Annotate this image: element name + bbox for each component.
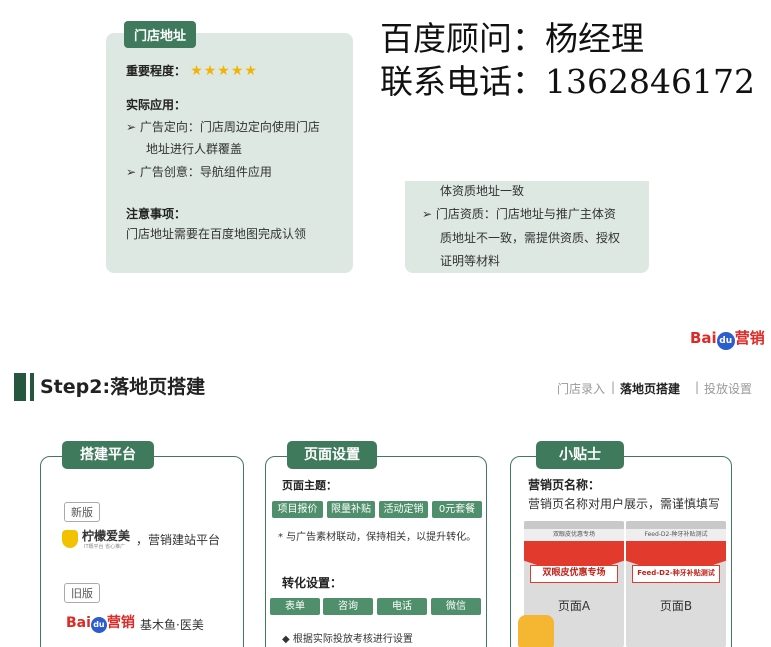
phone-a-page-name: 页面A (557, 599, 591, 613)
thumbs-up-icon (518, 615, 554, 647)
phone-a-label: 双眼皮优惠专场 (530, 565, 618, 583)
breadcrumb-separator-2: | (695, 380, 700, 394)
platform-header: 搭建平台 (62, 441, 154, 469)
baidu-logo-ying: 营销 (734, 329, 765, 347)
conv-chip-phone[interactable]: 电话 (377, 598, 427, 615)
importance-label: 重要程度： ★★★★★ (126, 62, 258, 79)
theme-note: * 与广告素材联动，保持相关，以提升转化。 (278, 532, 477, 543)
usage-item-2: ➢ 广告创意：导航组件应用 (126, 165, 272, 179)
lemon-brand-sub: IT概平台 省心推广 (84, 544, 126, 550)
phone-b-page-name: 页面B (659, 599, 693, 613)
conversion-label: 转化设置： (282, 576, 343, 590)
lemon-platform-desc: ，营销建站平台 (136, 533, 221, 547)
phone-preview-b: Feed-D2-种牙补贴测试 Feed-D2-种牙补贴测试 页面B (626, 521, 726, 647)
lemon-brand-name: 柠檬爱美 (82, 529, 131, 543)
usage-label: 实际应用： (126, 98, 187, 112)
conv-chip-consult[interactable]: 咨询 (323, 598, 373, 615)
store-address-tag: 门店地址 (124, 21, 197, 48)
qualification-line-1: 体资质地址一致 (440, 184, 525, 198)
phone-b-status-bar (626, 521, 726, 529)
theme-chip-promo[interactable]: 活动定销 (379, 501, 428, 518)
old-platform-desc: 基木鱼·医美 (140, 618, 204, 632)
baidu-paw-icon: du (716, 332, 735, 350)
step-heading-bar-thin (30, 373, 34, 401)
baidu-small-ying: 营销 (106, 615, 135, 631)
page-name-desc: 营销页名称对用户展示，需谨慎填写 (528, 497, 721, 511)
baidu-marketing-logo: Bai du 营销 (690, 327, 765, 350)
new-version-tag: 新版 (64, 502, 100, 522)
theme-label: 页面主题： (282, 479, 337, 492)
old-version-tag: 旧版 (64, 583, 100, 603)
usage-item-1a: ➢ 广告定向：门店周边定向使用门店 (126, 120, 320, 134)
qualification-line-4: 证明等材料 (440, 254, 501, 268)
contact-phone: 联系电话：1362846172 (380, 62, 755, 101)
conversion-note: ◆ 根据实际投放考核进行设置 (282, 634, 413, 645)
notes-label: 注意事项： (126, 207, 187, 221)
importance-label-text: 重要程度： (126, 64, 187, 78)
importance-stars: ★★★★★ (190, 63, 258, 79)
phone-a-title: 双眼皮优惠专场 (524, 529, 624, 541)
theme-chip-subsidy[interactable]: 限量补贴 (327, 501, 375, 518)
breadcrumb-store-entry: 门店录入 (557, 382, 606, 396)
baidu-logo-bai: Bai (690, 329, 717, 347)
breadcrumb-separator-1: | (611, 380, 616, 394)
notes-text: 门店地址需要在百度地图完成认领 (126, 227, 307, 241)
qualification-line-3: 质地址不一致，需提供资质、授权 (440, 231, 621, 245)
usage-item-1b: 地址进行人群覆盖 (146, 142, 243, 156)
breadcrumb-delivery-settings: 投放设置 (704, 382, 753, 396)
conv-chip-form[interactable]: 表单 (270, 598, 320, 615)
phone-a-status-bar (524, 521, 624, 529)
tips-header: 小贴士 (536, 441, 624, 469)
lemon-logo-icon (62, 530, 78, 548)
page-settings-header: 页面设置 (287, 441, 377, 469)
baidu-small-bai: Bai (66, 615, 91, 631)
theme-chip-quote[interactable]: 项目报价 (272, 501, 323, 518)
phone-b-title: Feed-D2-种牙补贴测试 (626, 529, 726, 541)
phone-b-label: Feed-D2-种牙补贴测试 (632, 565, 720, 583)
page-name-label: 营销页名称： (528, 478, 601, 492)
theme-chip-free[interactable]: 0元套餐 (432, 501, 482, 518)
consultant-name: 百度顾问：杨经理 (380, 19, 644, 58)
step-title: Step2:落地页搭建 (40, 376, 206, 398)
breadcrumb-landing-page: 落地页搭建 (620, 382, 681, 396)
baidu-small-paw-icon: du (90, 617, 107, 633)
qualification-line-2: ➢ 门店资质：门店地址与推广主体资 (422, 207, 616, 221)
baidu-marketing-logo-small: Bai du 营销 (66, 612, 135, 633)
conv-chip-wechat[interactable]: 微信 (431, 598, 481, 615)
